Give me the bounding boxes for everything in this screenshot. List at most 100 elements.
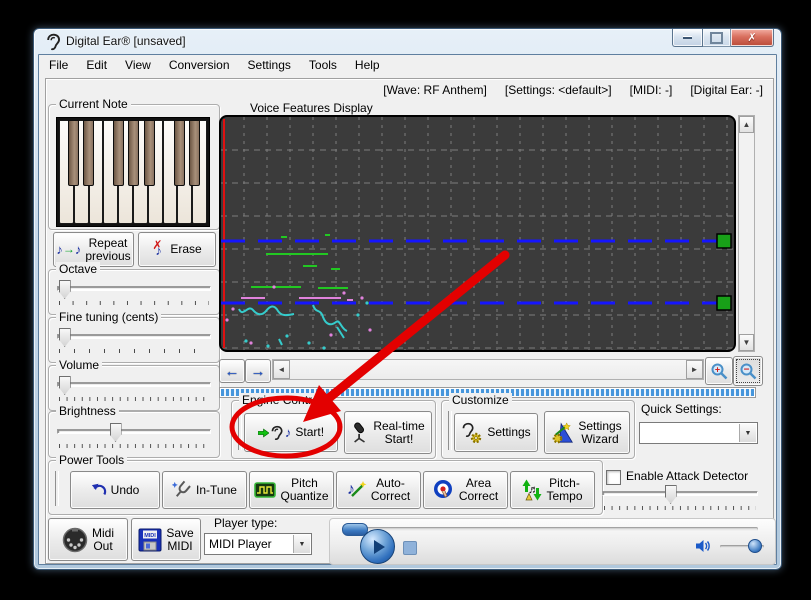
fine-tuning-slider-thumb[interactable] — [58, 328, 71, 347]
repeat-previous-icon: ♪ → ♪ — [56, 241, 82, 257]
fine-tuning-label: Fine tuning (cents) — [56, 310, 162, 324]
erase-button[interactable]: ♪ ✗ Erase — [138, 232, 216, 267]
attack-detector-checkbox[interactable] — [606, 470, 621, 485]
menu-settings[interactable]: Settings — [239, 56, 300, 76]
toolbar-gripper — [55, 471, 59, 506]
close-button[interactable]: ✗ — [731, 29, 774, 47]
display-vertical-scrollbar[interactable]: ▲ ▼ — [738, 115, 755, 352]
piano-black-key[interactable] — [83, 120, 94, 186]
zoom-in-button[interactable]: + — [705, 357, 733, 385]
piano-black-key[interactable] — [174, 120, 185, 186]
volume-ticks — [59, 397, 209, 401]
minimize-button[interactable] — [672, 29, 703, 47]
display-title: Voice Features Display — [250, 101, 373, 115]
attack-slider-track[interactable] — [602, 491, 758, 496]
trace-cyan — [238, 304, 348, 346]
seek-slider-track[interactable] — [348, 527, 758, 531]
display-horizontal-scrollbar[interactable]: ◄ ► — [272, 359, 704, 380]
engine-control-group: Engine Control ♪ Start! Real-time Start! — [231, 393, 436, 459]
microphone-icon — [354, 421, 366, 443]
scroll-left-button[interactable]: ◄ — [273, 360, 290, 379]
undo-button[interactable]: Undo — [70, 471, 160, 509]
volume-slider[interactable] — [57, 376, 211, 395]
brightness-slider-track[interactable] — [57, 429, 211, 434]
octave-ticks — [59, 301, 209, 305]
current-note-label: Current Note — [56, 97, 131, 111]
piano-black-key[interactable] — [128, 120, 139, 186]
auto-correct-button[interactable]: ♪ Auto- Correct — [336, 471, 421, 509]
octave-slider-thumb[interactable] — [58, 280, 71, 299]
play-button[interactable] — [360, 529, 395, 564]
fine-tuning-group: Fine tuning (cents) — [48, 310, 220, 363]
horizontal-scroll-track[interactable] — [290, 360, 686, 379]
menu-edit[interactable]: Edit — [77, 56, 116, 76]
settings-ear-gears-icon — [461, 422, 483, 444]
scroll-right-button[interactable]: ► — [686, 360, 703, 379]
pitch-tempo-label-2: Tempo — [546, 489, 583, 503]
player-type-combobox[interactable]: MIDI Player ▼ — [204, 533, 312, 555]
maximize-button[interactable] — [703, 29, 731, 47]
in-tune-button[interactable]: In-Tune — [162, 471, 247, 509]
quick-settings-dropdown-button[interactable]: ▼ — [739, 424, 756, 442]
range-handle-top[interactable] — [716, 233, 732, 249]
player-type-value: MIDI Player — [209, 537, 272, 551]
piano-black-key[interactable] — [189, 120, 200, 186]
scroll-up-button[interactable]: ▲ — [739, 116, 754, 133]
volume-slider-track[interactable] — [57, 382, 211, 387]
save-midi-button[interactable]: MIDI Save MIDI — [131, 518, 201, 561]
customize-label: Customize — [449, 393, 512, 407]
menu-file[interactable]: File — [40, 56, 77, 76]
maximize-icon — [710, 31, 723, 44]
start-button[interactable]: ♪ Start! — [244, 413, 338, 452]
menu-tools[interactable]: Tools — [300, 56, 346, 76]
pitch-quantize-button[interactable]: Pitch Quantize — [249, 471, 334, 509]
window-title: Digital Ear® [unsaved] — [66, 34, 186, 48]
attack-detector-slider[interactable] — [602, 485, 758, 504]
pitch-tempo-button[interactable]: ♬ Pitch- Tempo — [510, 471, 595, 509]
menu-view[interactable]: View — [116, 56, 160, 76]
quick-settings-combobox[interactable]: ▼ — [639, 422, 758, 444]
octave-slider-track[interactable] — [57, 286, 211, 291]
step-forward-button[interactable]: → — [245, 359, 271, 383]
midi-out-button[interactable]: Midi Out — [48, 518, 128, 561]
settings-button[interactable]: Settings — [454, 413, 538, 452]
area-correct-button[interactable]: Area Correct — [423, 471, 508, 509]
minimize-icon — [683, 36, 692, 39]
range-handle-bottom[interactable] — [716, 295, 732, 311]
voice-features-display[interactable] — [219, 115, 736, 352]
piano-black-key[interactable] — [68, 120, 79, 186]
realtime-label-1: Real-time — [373, 418, 425, 433]
scroll-down-button[interactable]: ▼ — [739, 334, 754, 351]
close-icon: ✗ — [747, 32, 757, 44]
wizard-label-2: Wizard — [581, 431, 619, 446]
step-back-button[interactable]: ← — [219, 359, 245, 383]
piano-keyboard[interactable] — [56, 117, 210, 227]
piano-black-key[interactable] — [113, 120, 124, 186]
realtime-start-button[interactable]: Real-time Start! — [344, 411, 432, 454]
attack-slider-thumb[interactable] — [664, 485, 677, 504]
player-type-dropdown-button[interactable]: ▼ — [293, 535, 310, 553]
volume-slider-thumb[interactable] — [748, 539, 762, 553]
zoom-out-button[interactable]: − — [733, 356, 763, 386]
realtime-label-2: Start! — [384, 431, 414, 446]
menu-help[interactable]: Help — [346, 56, 389, 76]
octave-slider[interactable] — [57, 280, 211, 299]
status-line: [Wave: RF Anthem] [Settings: <default>] … — [383, 83, 763, 97]
fine-tuning-slider[interactable] — [57, 328, 211, 347]
customize-group: Customize Settings Settings Wizard — [441, 393, 635, 459]
attack-slider-ticks — [604, 506, 756, 510]
screenshot-canvas: { "window": { "title": "Digital Ear® [un… — [0, 0, 811, 600]
volume-slider-thumb[interactable] — [58, 376, 71, 395]
engine-control-label: Engine Control — [239, 393, 325, 407]
brightness-slider[interactable] — [57, 423, 211, 442]
brightness-slider-thumb[interactable] — [109, 423, 122, 442]
wizard-icon — [552, 421, 574, 443]
menu-conversion[interactable]: Conversion — [160, 56, 239, 76]
settings-wizard-button[interactable]: Settings Wizard — [544, 411, 630, 454]
fine-tuning-slider-track[interactable] — [57, 334, 211, 339]
piano-black-key[interactable] — [144, 120, 155, 186]
power-tools-group: Power Tools Undo In-Tune Pitch Quantize … — [48, 453, 603, 515]
blue-right-arrow-icon: → — [250, 362, 266, 380]
title-bar[interactable]: Digital Ear® [unsaved] ✗ — [34, 29, 781, 54]
stop-button[interactable] — [403, 541, 417, 555]
